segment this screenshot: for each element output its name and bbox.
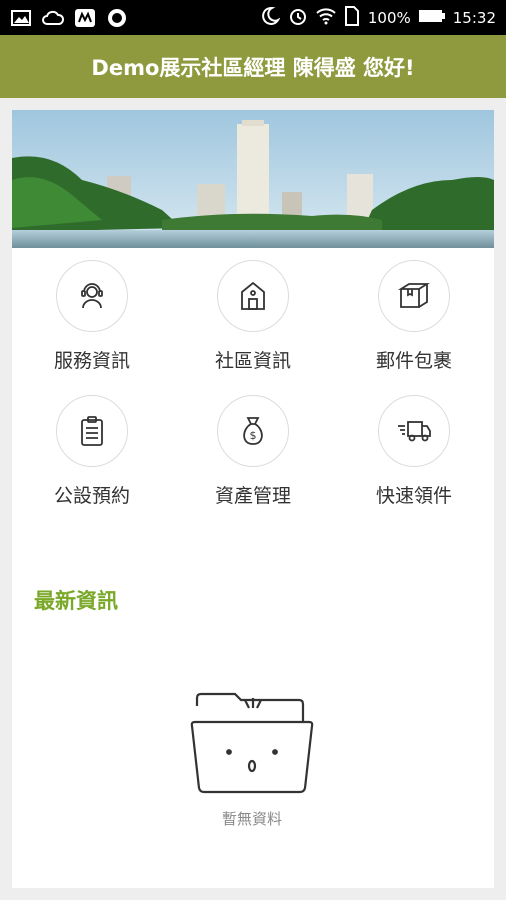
- menu-label: 服務資訊: [53, 350, 130, 372]
- menu-item-community-info[interactable]: 社區資訊: [173, 260, 333, 380]
- news-section-title: 最新資訊: [34, 589, 118, 613]
- app-header: Demo展示社區經理 陳得盛 您好!: [0, 35, 506, 98]
- status-bar: 100% 15:32: [0, 0, 506, 35]
- menu-item-facility-booking[interactable]: 公設預約: [12, 395, 172, 515]
- menu-label: 公設預約: [53, 485, 130, 507]
- battery-percent: 100%: [367, 8, 411, 27]
- menu-item-asset-management[interactable]: $ 資產管理: [173, 395, 333, 515]
- clipboard-icon: [56, 395, 128, 467]
- menu-item-quick-pickup[interactable]: 快速領件: [334, 395, 494, 515]
- building-icon: [217, 260, 289, 332]
- sim-icon: [344, 5, 360, 30]
- alarm-icon: [288, 6, 308, 30]
- greeting-title: Demo展示社區經理 陳得盛 您好!: [91, 55, 415, 80]
- empty-state-text: 暫無資料: [221, 810, 282, 828]
- cloud-icon: [42, 7, 64, 29]
- svg-text:$: $: [250, 429, 257, 442]
- wifi-icon: [316, 7, 336, 29]
- banner-image: [12, 110, 494, 248]
- money-bag-icon: $: [217, 395, 289, 467]
- record-icon: [106, 7, 128, 29]
- gallery-icon: [10, 7, 32, 29]
- menu-label: 快速領件: [375, 485, 452, 507]
- package-icon: [378, 260, 450, 332]
- menu-item-service-info[interactable]: 服務資訊: [12, 260, 172, 380]
- main-card: 服務資訊 社區資訊 郵件包裹 公設預約 $ 資產管理 快速領件 最新資訊 暫無資…: [12, 110, 494, 888]
- empty-state: 暫無資料: [182, 690, 322, 829]
- menu-item-mail-package[interactable]: 郵件包裹: [334, 260, 494, 380]
- menu-label: 資產管理: [214, 485, 291, 507]
- delivery-truck-icon: [378, 395, 450, 467]
- menu-label: 社區資訊: [214, 350, 291, 372]
- menu-label: 郵件包裹: [375, 350, 452, 372]
- moon-icon: [260, 6, 281, 30]
- clock-time: 15:32: [452, 8, 496, 27]
- headset-person-icon: [56, 260, 128, 332]
- battery-icon: [418, 9, 445, 27]
- empty-folder-icon: [187, 692, 317, 804]
- app-icon: [74, 7, 96, 29]
